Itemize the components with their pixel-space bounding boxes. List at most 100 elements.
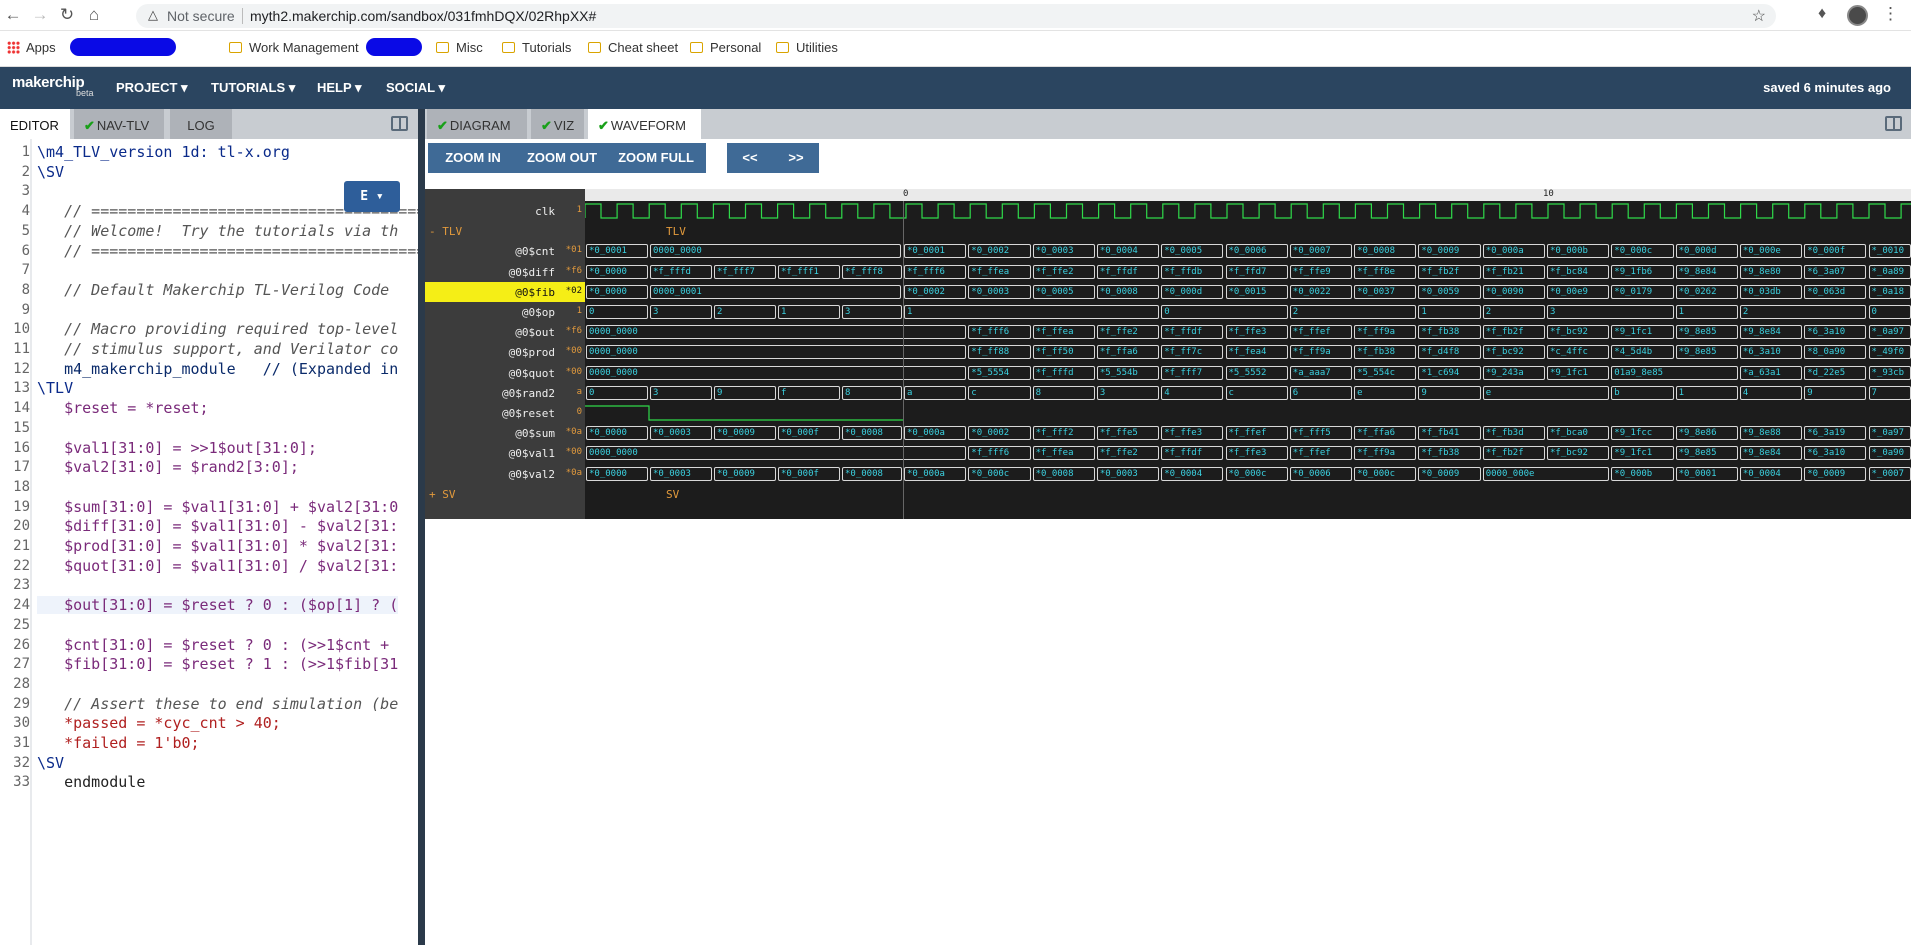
tab-log[interactable]: LOG — [170, 109, 232, 139]
maximize-pane-icon[interactable] — [391, 116, 408, 131]
bookmark-misc[interactable]: Misc — [436, 40, 483, 55]
line-number: 4 — [21, 203, 30, 220]
signal-row[interactable]: @0$cnt *01 — [425, 241, 585, 261]
code-line: \m4_TLV_version 1d: tl-x.org — [37, 143, 290, 161]
menu-social[interactable]: SOCIAL ▾ — [386, 80, 445, 96]
signal-row[interactable]: @0$reset 0 — [425, 403, 585, 423]
group-sv[interactable]: + SV — [429, 488, 456, 501]
editor-options-button[interactable]: E ▾ — [344, 181, 400, 212]
signal-row[interactable]: @0$quot *00 — [425, 363, 585, 383]
group-label-tlv: TLV — [666, 225, 686, 239]
value-cell: *9_1fb6 — [1611, 264, 1674, 279]
bookmark-apps[interactable]: Apps — [7, 40, 56, 55]
scroll-right-button[interactable]: >> — [773, 143, 819, 173]
menu-tutorials[interactable]: TUTORIALS ▾ — [211, 80, 295, 96]
signal-name: @0$diff — [508, 265, 555, 279]
makerchip-logo[interactable]: makerchip — [12, 74, 85, 91]
signal-row-clk[interactable]: clk 1 — [425, 201, 585, 221]
code-line: $val2[31:0] = $rand2[3:0]; — [37, 458, 299, 477]
signal-name: @0$quot — [508, 366, 555, 380]
tab-nav-tlv[interactable]: ✔ NAV-TLV — [74, 109, 164, 139]
bookmark-tutorials[interactable]: Tutorials — [502, 40, 571, 55]
tab-waveform[interactable]: ✔ WAVEFORM — [588, 109, 701, 139]
value-cell: *9_1fc1 — [1611, 325, 1674, 340]
tab-diagram[interactable]: ✔ DIAGRAM — [427, 109, 527, 139]
browser-menu-icon[interactable]: ⋮ — [1882, 4, 1899, 24]
bookmark-cheat-sheet[interactable]: Cheat sheet — [588, 40, 678, 55]
waveform-viewer[interactable]: clk 1- TLV @0$cnt *01 @0$diff *f6 @0$fib *02 @0$… — [425, 189, 1911, 519]
tab-viz[interactable]: ✔ VIZ — [531, 109, 584, 139]
value-cell: 3 — [842, 305, 902, 319]
code-line: $fib[31:0] = $reset ? 1 : (>>1$fib[31 — [37, 655, 399, 674]
value-cell: *0_000c — [1611, 244, 1674, 259]
waveform-pane: ✔ DIAGRAM ✔ VIZ ✔ WAVEFORM ZOOM IN ZOOM OUT… — [425, 109, 1911, 945]
value-cell: *_0a18 — [1868, 284, 1911, 299]
zoom-out-button[interactable]: ZOOM OUT — [518, 143, 606, 173]
value-cell: *0_0003 — [650, 466, 712, 481]
value-cell: *f_fff8 — [842, 264, 902, 279]
value-cell: *f_fb38 — [1418, 325, 1481, 340]
profile-avatar[interactable] — [1847, 5, 1868, 26]
signal-row[interactable]: @0$out *f6 — [425, 322, 585, 342]
value-cell: *0_0006 — [1289, 466, 1353, 481]
value-cell: *9_1fcc — [1611, 426, 1674, 441]
value-cell: *_49f0 — [1868, 345, 1911, 360]
menu-project[interactable]: PROJECT ▾ — [116, 80, 188, 96]
value-cell: *0_000b — [1547, 244, 1610, 259]
line-number: 28 — [13, 675, 30, 692]
value-cell: *0_000c — [1225, 466, 1288, 481]
signal-row[interactable]: @0$val2 *0a — [425, 464, 585, 484]
bookmark-utilities[interactable]: Utilities — [776, 40, 838, 55]
menu-help[interactable]: HELP ▾ — [317, 80, 362, 96]
not-secure-icon[interactable]: △ — [148, 7, 158, 23]
value-cell: 1 — [778, 305, 840, 319]
value-cell: *a_aaa7 — [1289, 365, 1353, 380]
signal-row[interactable]: @0$sum *0a — [425, 423, 585, 443]
signal-row[interactable]: @0$op 1 — [425, 302, 585, 322]
value-cell: *_0010 — [1868, 244, 1911, 259]
signal-row[interactable]: @0$diff *f6 — [425, 262, 585, 282]
extensions-icon[interactable]: ♦ — [1818, 5, 1826, 23]
address-divider — [242, 8, 243, 24]
signal-row[interactable]: @0$val1 *00 — [425, 443, 585, 463]
zoom-full-button[interactable]: ZOOM FULL — [606, 143, 706, 173]
signal-row[interactable]: @0$fib *02 — [425, 281, 585, 302]
forward-arrow-icon[interactable]: → — [29, 4, 51, 26]
code-line: $quot[31:0] = $val1[31:0] / $val2[31: — [37, 556, 399, 575]
value-cell: 9 — [714, 385, 776, 400]
value-cell: *f_ffdf — [1161, 325, 1224, 340]
signal-row[interactable]: @0$rand2 a — [425, 383, 585, 403]
scroll-left-button[interactable]: << — [727, 143, 773, 173]
value-cell: e — [1354, 385, 1417, 400]
value-cell: *f_ffe5 — [1096, 426, 1160, 441]
bookmark-personal[interactable]: Personal — [690, 40, 761, 55]
address-bar[interactable]: △ Not secure myth2.makerchip.com/sandbox… — [136, 4, 1776, 28]
tab-editor[interactable]: EDITOR — [0, 109, 70, 139]
signal-row[interactable]: @0$prod *00 — [425, 342, 585, 362]
code-line: $reset = *reset; — [37, 399, 209, 418]
line-number: 29 — [13, 695, 30, 712]
home-icon[interactable]: ⌂ — [83, 4, 105, 26]
code-editor[interactable]: 1 \m4_TLV_version 1d: tl-x.org 2 \SV 3 4 // =… — [0, 139, 418, 945]
bookmark-work-management[interactable]: Work Management — [229, 40, 359, 55]
line-number: 32 — [13, 754, 30, 771]
url-text[interactable]: myth2.makerchip.com/sandbox/031fmhDQX/02… — [250, 8, 596, 24]
reload-icon[interactable]: ↻ — [56, 4, 78, 26]
value-cell: *0_0001 — [1675, 466, 1738, 481]
group-tlv[interactable]: - TLV — [429, 225, 462, 238]
maximize-pane-icon[interactable] — [1885, 116, 1902, 131]
line-number: 5 — [21, 222, 30, 239]
pane-splitter[interactable] — [418, 109, 425, 945]
back-arrow-icon[interactable]: ← — [2, 4, 24, 26]
value-cell: *f_ffea — [1032, 325, 1095, 340]
value-cell: 3 — [650, 385, 712, 400]
bookmark-star-icon[interactable]: ☆ — [1752, 6, 1766, 26]
line-number: 3 — [21, 183, 30, 200]
signal-name: @0$val2 — [508, 467, 555, 481]
value-cell: *f_ffe3 — [1161, 426, 1224, 441]
value-cell: *f_ff88 — [968, 345, 1031, 360]
group-label-sv: SV — [666, 487, 680, 501]
zoom-in-button[interactable]: ZOOM IN — [428, 143, 518, 173]
value-cell: *0_000d — [1675, 244, 1738, 259]
value-cell: *f_fff6 — [904, 264, 967, 279]
